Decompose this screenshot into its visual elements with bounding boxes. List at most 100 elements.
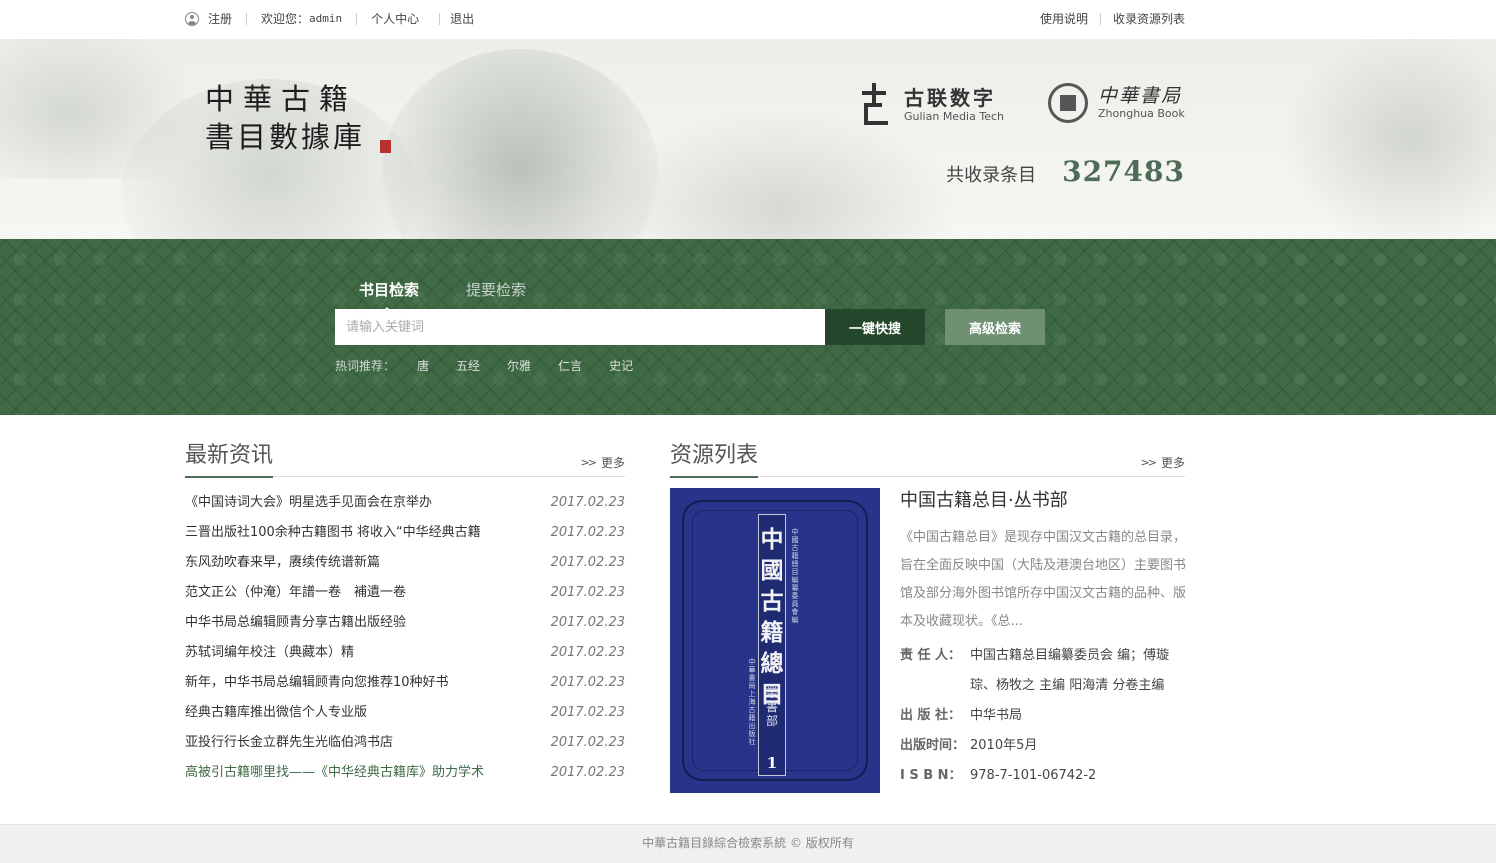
zhonghua-seal-icon [1048, 83, 1088, 123]
footer: 中華古籍目錄綜合檢索系統 © 版权所有 [0, 824, 1496, 863]
hot-words-label: 热词推荐： [335, 359, 396, 373]
news-item[interactable]: 经典古籍库推出微信个人专业版 2017.02.23 [185, 698, 625, 728]
news-item-title[interactable]: 经典古籍库推出微信个人专业版 [185, 698, 367, 728]
news-more-link[interactable]: >> 更多 [581, 454, 625, 471]
search-input[interactable] [335, 309, 825, 345]
hot-word[interactable]: 仁言 [558, 357, 582, 374]
news-item-title[interactable]: 中华书局总编辑顾青分享古籍出版经验 [185, 608, 406, 638]
welcome-text: 欢迎您： [261, 12, 310, 26]
resources-header: 资源列表 >> 更多 [670, 441, 1185, 478]
news-item[interactable]: 亚投行行长金立群先生光临伯鸿书店 2017.02.23 [185, 728, 625, 758]
register-link[interactable]: 注册 [208, 10, 232, 27]
book-meta-row: 出 版 社： 中华书局 [900, 701, 1188, 731]
news-item[interactable]: 新年，中华书局总编辑顾青向您推荐10种好书 2017.02.23 [185, 668, 625, 698]
news-item-date: 2017.02.23 [550, 555, 625, 570]
hot-word[interactable]: 史记 [609, 357, 633, 374]
cover-title: 中國古籍總目 [760, 526, 784, 708]
news-item-date: 2017.02.23 [550, 645, 625, 660]
quick-search-button[interactable]: 一键快搜 [825, 309, 925, 345]
logout-link[interactable]: 退出 [450, 10, 474, 27]
news-item-date: 2017.02.23 [550, 735, 625, 750]
zhonghua-english: Zhonghua Book [1098, 107, 1185, 120]
more-label: 更多 [600, 456, 625, 470]
username: admin [309, 12, 343, 25]
book-meta-row: I S B N： 978-7-101-06742-2 [900, 761, 1188, 791]
divider [246, 12, 248, 25]
divider [1099, 12, 1101, 25]
advanced-search-button[interactable]: 高级检索 [945, 309, 1045, 345]
double-chevron-right-icon: >> [1140, 456, 1158, 469]
tab-abstract-search[interactable]: 提要检索 [466, 279, 526, 300]
site-title-line1: 中華古籍 [205, 82, 358, 116]
cover-volume: 1 [766, 754, 778, 772]
book-cover-image[interactable]: 中國古籍總目 叢書部 1 中國古籍總目編纂委員會編 中華書局 上海古籍出版社 [670, 488, 880, 793]
landscape-painting-hill [1280, 39, 1496, 239]
meta-key: 出 版 社： [900, 708, 962, 723]
meta-key: I S B N： [900, 768, 962, 783]
total-label: 共收录条目 [946, 165, 1037, 186]
site-title-line2: 書目數據庫 [205, 120, 366, 154]
book-info: 中国古籍总目·丛书部 《中国古籍总目》是现存中国汉文古籍的总目录，旨在全面反映中… [900, 488, 1188, 791]
resources-more-link[interactable]: >> 更多 [1141, 454, 1185, 471]
news-item-title[interactable]: 亚投行行长金立群先生光临伯鸿书店 [185, 728, 393, 758]
meta-key: 责 任 人： [900, 648, 962, 663]
landscape-painting-hill [600, 109, 960, 239]
news-item-title[interactable]: 范文正公（仲淹）年譜一卷 補遺一卷 [185, 578, 406, 608]
gulian-english: Gulian Media Tech [904, 109, 1004, 123]
news-item-title[interactable]: 三晋出版社100余种古籍图书 将收入“中华经典古籍 [185, 518, 481, 548]
resource-list-link[interactable]: 收录资源列表 [1113, 10, 1185, 27]
gulian-logo[interactable]: 古联数字 Gulian Media Tech [862, 83, 1004, 125]
help-links: 使用说明 收录资源列表 [1040, 10, 1185, 27]
news-item-date: 2017.02.23 [550, 615, 625, 630]
total-count: 327483 [1062, 155, 1185, 188]
top-bar: 注册 欢迎您： admin 个人中心 退出 使用说明 收录资源列表 [0, 0, 1496, 39]
meta-value: 978-7-101-06742-2 [970, 768, 1097, 783]
hot-word[interactable]: 尔雅 [507, 357, 531, 374]
news-item-date: 2017.02.23 [550, 705, 625, 720]
tab-catalog-search[interactable]: 书目检索 [359, 279, 419, 313]
cover-editor: 中國古籍總目編纂委員會編 [791, 528, 799, 624]
user-icon [185, 11, 199, 26]
footer-copyright: 中華古籍目錄綜合檢索系統 © 版权所有 [642, 836, 854, 850]
news-item-date: 2017.02.23 [550, 585, 625, 600]
cover-publishers: 中華書局 上海古籍出版社 [748, 658, 756, 746]
help-link[interactable]: 使用说明 [1040, 10, 1088, 27]
site-title: 中華古籍 書目數據庫 [205, 81, 365, 157]
news-item-date: 2017.02.23 [550, 765, 625, 780]
news-item-title[interactable]: 苏轼词编年校注（典藏本）精 [185, 638, 354, 668]
news-item[interactable]: 中华书局总编辑顾青分享古籍出版经验 2017.02.23 [185, 608, 625, 638]
news-item-date: 2017.02.23 [550, 525, 625, 540]
book-meta-row: 责 任 人： 中国古籍总目编纂委员会 编；傅璇琮、杨牧之 主编 阳海清 分卷主编 [900, 641, 1188, 701]
divider [439, 12, 441, 25]
news-header: 最新资讯 >> 更多 [185, 441, 625, 478]
news-item-title[interactable]: 东风劲吹春来早，赓续传统谱新篇 [185, 548, 380, 578]
book-title[interactable]: 中国古籍总目·丛书部 [900, 488, 1188, 514]
news-title: 最新资讯 [185, 441, 274, 478]
landscape-painting-hill [0, 39, 200, 179]
news-item[interactable]: 三晋出版社100余种古籍图书 将收入“中华经典古籍 2017.02.23 [185, 518, 625, 548]
news-item[interactable]: 苏轼词编年校注（典藏本）精 2017.02.23 [185, 638, 625, 668]
zhonghua-logo[interactable]: 中華書局 Zhonghua Book [1048, 83, 1185, 123]
hot-word[interactable]: 唐 [417, 357, 429, 374]
news-item[interactable]: 《中国诗词大会》明星选手见面会在京举办 2017.02.23 [185, 488, 625, 518]
hot-word[interactable]: 五经 [456, 357, 480, 374]
double-chevron-right-icon: >> [580, 456, 598, 469]
news-item-title[interactable]: 高被引古籍哪里找——《中华经典古籍库》助力学术 [185, 758, 484, 788]
search-row: 一键快搜 高级检索 [335, 309, 1045, 345]
news-item[interactable]: 东风劲吹春来早，赓续传统谱新篇 2017.02.23 [185, 548, 625, 578]
personal-center-link[interactable]: 个人中心 [371, 10, 419, 27]
divider [356, 12, 358, 25]
news-item[interactable]: 高被引古籍哪里找——《中华经典古籍库》助力学术 2017.02.23 [185, 758, 625, 788]
news-item[interactable]: 范文正公（仲淹）年譜一卷 補遺一卷 2017.02.23 [185, 578, 625, 608]
total-records: 共收录条目 327483 [946, 155, 1185, 188]
news-item-title[interactable]: 《中国诗词大会》明星选手见面会在京举办 [185, 488, 432, 518]
zhonghua-name: 中華書局 [1098, 85, 1183, 107]
meta-value: 中华书局 [970, 708, 1023, 723]
hot-words: 热词推荐： 唐 五经 尔雅 仁言 史记 [335, 357, 660, 374]
book-description: 《中国古籍总目》是现存中国汉文古籍的总目录，旨在全面反映中国（大陆及港澳台地区）… [900, 530, 1187, 629]
book-meta-row: 出版时间： 2010年5月 [900, 731, 1188, 761]
header-banner: 中華古籍 書目數據庫 古联数字 Gulian Media Tech 中華書局 Z… [0, 39, 1496, 239]
search-tabs: 书目检索 提要检索 [359, 279, 573, 313]
news-item-title[interactable]: 新年，中华书局总编辑顾青向您推荐10种好书 [185, 668, 449, 698]
news-item-date: 2017.02.23 [550, 675, 625, 690]
